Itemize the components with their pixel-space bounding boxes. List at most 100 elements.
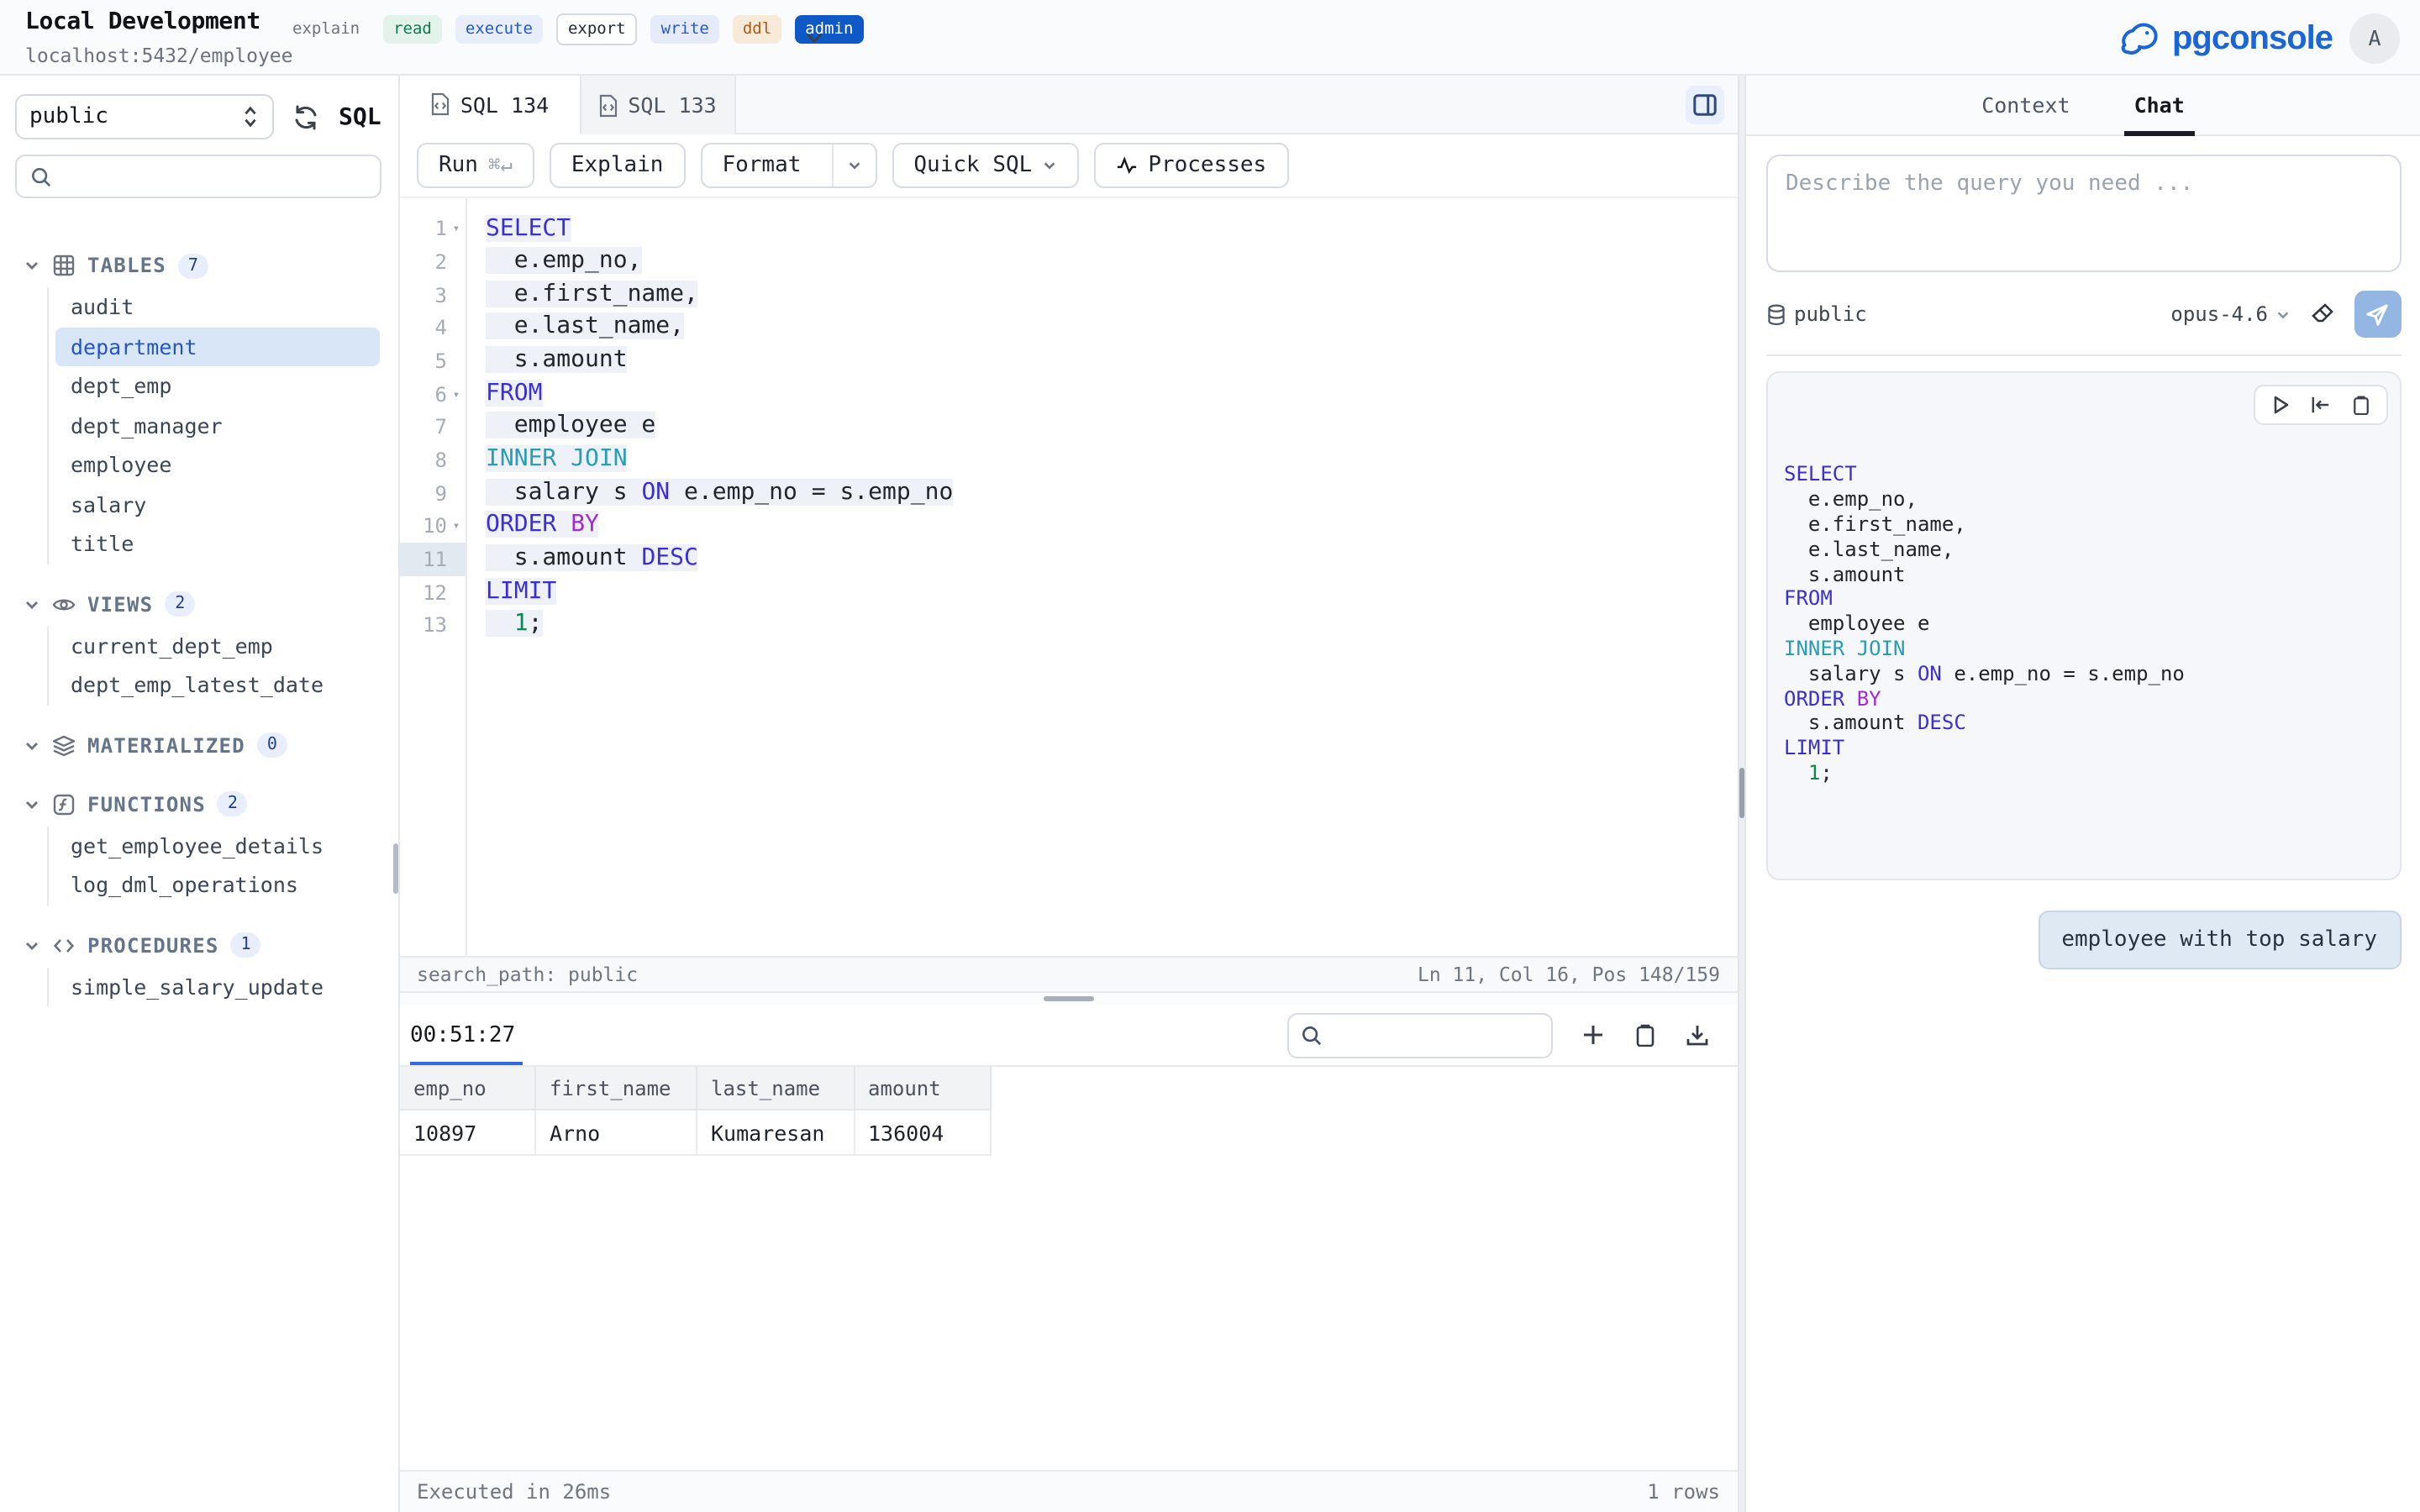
chat-input[interactable]: [1765, 155, 2401, 272]
table-row[interactable]: 10897ArnoKumaresan136004: [400, 1111, 1737, 1156]
tree-item-salary[interactable]: salary: [55, 485, 379, 524]
gutter-line-9[interactable]: 9: [400, 477, 466, 510]
refresh-icon[interactable]: [292, 103, 318, 130]
send-button[interactable]: [2354, 291, 2401, 338]
tab-sql-134[interactable]: SQL 134: [400, 76, 581, 134]
tree-item-employee[interactable]: employee: [55, 445, 379, 485]
permission-badge-execute[interactable]: execute: [455, 15, 543, 44]
results-timer-tab[interactable]: 00:51:27: [410, 1023, 515, 1048]
table-cell[interactable]: Arno: [536, 1111, 697, 1156]
gutter-line-12[interactable]: 12: [400, 575, 466, 608]
panel-right-icon: [1691, 92, 1717, 118]
tree-item-current_dept_emp[interactable]: current_dept_emp: [55, 626, 379, 665]
assistant-tabs: Context Chat: [1746, 76, 2420, 135]
format-dropdown[interactable]: [831, 144, 875, 186]
column-header-emp_no[interactable]: emp_no: [400, 1068, 536, 1111]
sidebar-scrollbar-thumb[interactable]: [393, 843, 398, 894]
chat-code-line-6: FROM: [1784, 587, 2382, 612]
add-row-icon[interactable]: [1581, 1024, 1604, 1047]
connection-chevron-down-icon[interactable]: [803, 27, 825, 49]
search-path-status: search_path: public: [417, 963, 638, 986]
sql-editor[interactable]: 1▾23456▾78910▾111213 SELECT e.emp_no, e.…: [400, 197, 1737, 956]
chat-code-line-10: ORDER BY: [1784, 686, 2382, 711]
gutter-line-13[interactable]: 13: [400, 609, 466, 642]
gutter-line-11[interactable]: 11: [400, 543, 466, 575]
tab-context[interactable]: Context: [1981, 76, 2070, 134]
permission-badge-write[interactable]: write: [651, 15, 719, 44]
section-header-views[interactable]: VIEWS2: [24, 585, 379, 622]
gutter-line-3[interactable]: 3: [400, 279, 466, 312]
gutter-line-7[interactable]: 7: [400, 411, 466, 444]
tree-item-title[interactable]: title: [55, 524, 379, 564]
search-icon: [29, 165, 51, 187]
database-icon: [1765, 303, 1786, 325]
sql-mode-label[interactable]: SQL: [339, 103, 381, 130]
sidebar-search-input[interactable]: [61, 165, 379, 188]
copy-clipboard-icon[interactable]: [1633, 1024, 1656, 1047]
tree-item-get_employee_details[interactable]: get_employee_details: [55, 826, 379, 865]
quick-sql-button[interactable]: Quick SQL: [892, 143, 1079, 188]
gutter-line-1[interactable]: 1▾: [400, 213, 466, 245]
section-header-functions[interactable]: FUNCTIONS2: [24, 785, 379, 822]
gutter-line-8[interactable]: 8: [400, 444, 466, 476]
tree-item-dept_emp[interactable]: dept_emp: [55, 366, 379, 406]
composer-schema[interactable]: public: [1765, 302, 1867, 326]
column-header-last_name[interactable]: last_name: [697, 1068, 855, 1111]
chat-code-line-5: s.amount: [1784, 562, 2382, 587]
processes-button[interactable]: Processes: [1094, 143, 1288, 188]
format-button[interactable]: Format: [700, 143, 876, 188]
permission-badge-export[interactable]: export: [556, 13, 638, 45]
gutter-line-5[interactable]: 5: [400, 344, 466, 377]
permission-badge-ddl[interactable]: ddl: [733, 15, 781, 44]
run-shortcut: ⌘↵: [488, 154, 513, 177]
tree-item-dept_emp_latest_date[interactable]: dept_emp_latest_date: [55, 665, 379, 705]
permission-badge-explain[interactable]: explain: [292, 15, 370, 44]
section-header-tables[interactable]: TABLES7: [24, 247, 379, 284]
results-search[interactable]: [1286, 1013, 1552, 1058]
user-avatar[interactable]: A: [2349, 13, 2400, 63]
tab-sql-133[interactable]: SQL 133: [581, 76, 735, 134]
schema-select[interactable]: public: [14, 94, 273, 139]
section-count-badge: 1: [231, 932, 261, 958]
results-search-input[interactable]: [1330, 1024, 1550, 1047]
chat-code-line-12: LIMIT: [1784, 736, 2382, 761]
tree-item-department[interactable]: department: [55, 327, 379, 366]
composer-footer: public opus-4.6: [1765, 291, 2401, 338]
copy-clipboard-icon[interactable]: [2350, 395, 2370, 415]
chevron-down-icon: [2275, 307, 2290, 322]
model-select[interactable]: opus-4.6: [2170, 302, 2290, 326]
tree-item-log_dml_operations[interactable]: log_dml_operations: [55, 865, 379, 905]
column-header-amount[interactable]: amount: [855, 1068, 991, 1111]
tree-item-simple_salary_update[interactable]: simple_salary_update: [55, 967, 379, 1006]
insert-into-editor-icon[interactable]: [2310, 395, 2330, 415]
panel-resize-thumb[interactable]: [1739, 768, 1744, 818]
sidebar-search[interactable]: [14, 155, 381, 198]
run-button[interactable]: Run ⌘↵: [417, 143, 534, 188]
column-header-first_name[interactable]: first_name: [536, 1068, 697, 1111]
section-header-materialized[interactable]: MATERIALIZED0: [24, 727, 379, 764]
gutter-line-6[interactable]: 6▾: [400, 378, 466, 411]
permission-badge-read[interactable]: read: [383, 15, 442, 44]
table-cell[interactable]: 10897: [400, 1111, 536, 1156]
results-empty-area: [400, 1156, 1737, 1469]
tree-item-audit[interactable]: audit: [55, 287, 379, 327]
results-splitter[interactable]: [400, 993, 1737, 1005]
gutter-line-10[interactable]: 10▾: [400, 510, 466, 543]
editor-code[interactable]: SELECT e.emp_no, e.first_name, e.last_na…: [467, 197, 1737, 956]
chat-composer: public opus-4.6: [1746, 135, 2420, 356]
gutter-line-4[interactable]: 4: [400, 312, 466, 344]
toggle-right-panel-button[interactable]: [1685, 86, 1723, 124]
tab-chat[interactable]: Chat: [2134, 76, 2185, 134]
clear-chat-eraser-icon[interactable]: [2308, 301, 2335, 328]
send-plane-icon: [2365, 302, 2390, 327]
tree-item-dept_manager[interactable]: dept_manager: [55, 406, 379, 445]
download-icon[interactable]: [1685, 1024, 1708, 1047]
section-header-procedures[interactable]: PROCEDURES1: [24, 927, 379, 963]
table-cell[interactable]: 136004: [855, 1111, 991, 1156]
gutter-line-2[interactable]: 2: [400, 245, 466, 278]
explain-button[interactable]: Explain: [550, 143, 686, 188]
run-snippet-play-icon[interactable]: [2270, 395, 2290, 415]
splitter-drag-handle[interactable]: [1044, 996, 1094, 1002]
table-cell[interactable]: Kumaresan: [697, 1111, 855, 1156]
user-message-bubble: employee with top salary: [2038, 911, 2401, 970]
